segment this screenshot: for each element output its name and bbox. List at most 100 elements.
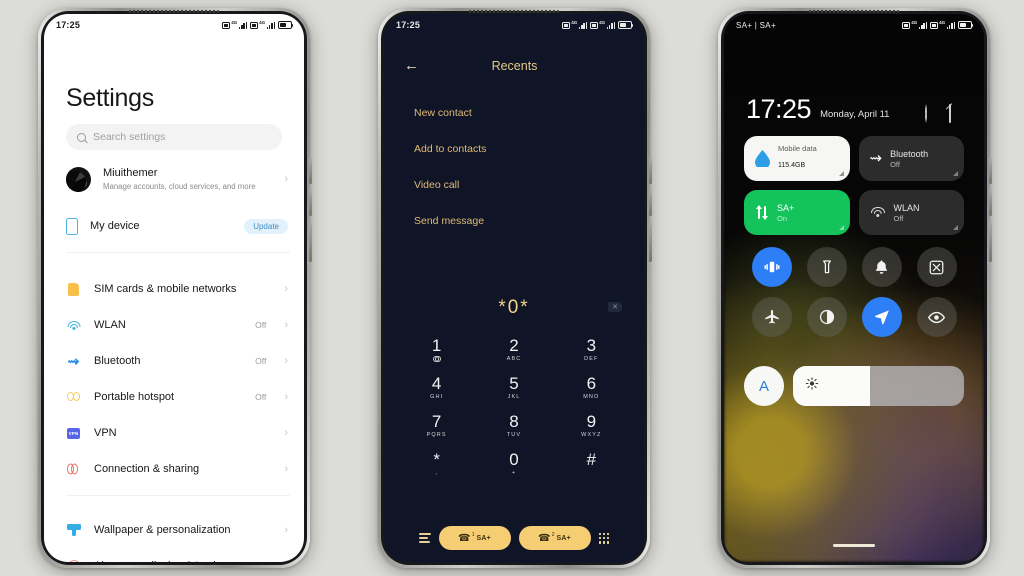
sim1-signal: 4G [902,20,928,29]
menu-item-add-to-contacts[interactable]: Add to contacts [414,143,486,155]
reading-mode-eye-icon[interactable] [916,297,957,337]
dialed-number-display: *0* [498,297,530,318]
chevron-right-icon: › [284,390,288,403]
side-button-volume-up[interactable] [649,158,652,184]
sidebar-item-sim-cards[interactable]: SIM cards & mobile networks › [66,275,288,303]
side-button-volume-up[interactable] [989,158,992,184]
dialpad-key-hash[interactable]: # [553,450,630,477]
connection-sharing-label: Connection & sharing [94,463,200,475]
chevron-right-icon: › [284,462,288,475]
call-button-sim1[interactable]: ☎ 1 SA+ [438,526,511,550]
tile-expand-corner[interactable] [838,171,844,176]
bluetooth-value: Off [255,356,267,366]
status-bar: SA+ | SA+ 4G 4G [724,14,984,36]
brightness-slider[interactable] [793,366,964,406]
chevron-right-icon: › [284,282,288,295]
sidebar-item-wallpaper[interactable]: Wallpaper & personalization › [66,516,288,544]
sidebar-item-wlan[interactable]: WLAN Off › [66,311,288,339]
dialpad-grid-icon[interactable] [598,532,610,544]
phone2-screen: 17:25 4G 4G ← Recents New contact Add to… [384,14,644,562]
dialpad-key-3[interactable]: 3 DEF [553,336,630,363]
status-sim-label: SA+ | SA+ [736,20,776,30]
phone-control-center: SA+ | SA+ 4G 4G 17:25 Monday, April 11 M… [718,8,992,568]
airplane-mode-icon[interactable] [751,297,792,337]
tile-sa-plus[interactable]: SA+ On [744,190,850,235]
flashlight-icon[interactable] [806,247,847,287]
sidebar-item-vpn[interactable]: VPN VPN › [66,419,288,447]
dialpad-key-2[interactable]: 2 ABC [475,336,552,363]
search-icon [77,132,86,142]
auto-brightness-button[interactable]: A [744,366,784,406]
side-button-power[interactable] [649,222,652,262]
menu-icon[interactable] [418,533,431,543]
tile-expand-corner[interactable] [953,171,958,176]
always-on-display-label: Always-on display & Lock [94,560,288,562]
side-button-power[interactable] [309,222,312,262]
dialpad-key-7[interactable]: 7 PQRS [398,412,475,439]
tile-bluetooth[interactable]: ⇝ Bluetooth Off [858,136,964,181]
phone-icon: ☎ 1 [458,531,475,544]
back-arrow-icon[interactable]: ← [404,58,419,73]
sidebar-item-portable-hotspot[interactable]: Portable hotspot Off › [66,383,288,411]
account-profile-row[interactable]: Miuithemer Manage accounts, cloud servic… [66,166,288,192]
network-type-2: 4G [939,20,946,25]
wallpaper-label: Wallpaper & personalization [94,524,231,536]
always-on-display-icon [66,559,81,562]
tile-expand-corner[interactable] [953,225,958,230]
dark-mode-icon[interactable] [806,297,847,337]
dialpad-key-1[interactable]: 1 [398,336,475,363]
home-indicator[interactable] [833,544,875,547]
clock-time: 17:25 [746,94,812,124]
tile-sa-plus-label: SA+ [777,202,795,213]
search-settings-field[interactable]: Search settings [66,124,282,150]
update-badge[interactable]: Update [244,218,288,234]
battery-icon [958,21,974,29]
earpiece-speaker [469,10,559,13]
data-transfer-icon [755,205,769,220]
screenshot-icon[interactable] [916,247,957,287]
settings-gear-icon[interactable] [925,104,940,123]
backspace-icon[interactable]: ✕ [608,302,622,312]
side-button-volume-down[interactable] [649,190,652,216]
vpn-icon-text: VPN [67,427,80,439]
sidebar-item-bluetooth[interactable]: ⇝ Bluetooth Off › [66,347,288,375]
side-button-volume-down[interactable] [309,190,312,216]
tile-expand-corner[interactable] [838,225,844,230]
side-button-volume-down[interactable] [989,190,992,216]
menu-item-new-contact[interactable]: New contact [414,107,472,119]
menu-item-video-call[interactable]: Video call [414,179,459,191]
control-center-header: 17:25 Monday, April 11 [746,96,964,123]
call-button-sim2[interactable]: ☎ 2 SA+ [518,526,591,550]
tile-wlan[interactable]: WLAN Off [858,190,964,235]
menu-item-send-message[interactable]: Send message [414,215,484,227]
brightness-row: A [744,366,964,406]
phone3-screen: SA+ | SA+ 4G 4G 17:25 Monday, April 11 M… [724,14,984,562]
tile-mobile-data[interactable]: Mobile data 115.4GB [744,136,850,181]
dialpad-key-4[interactable]: 4 GHI [398,374,475,401]
vibrate-icon[interactable] [751,247,792,287]
sidebar-item-connection-sharing[interactable]: Connection & sharing › [66,455,288,483]
dialpad-key-0[interactable]: 0 + [475,450,552,477]
edit-icon[interactable] [949,104,964,123]
chevron-right-icon: › [284,426,288,439]
dialpad-key-star[interactable]: * , [398,450,475,477]
dialpad-key-9[interactable]: 9 WXYZ [553,412,630,439]
bluetooth-label: Bluetooth [94,355,141,367]
location-icon[interactable] [861,297,902,337]
sidebar-item-always-on-display[interactable]: Always-on display & Lock [66,552,288,562]
side-button-power[interactable] [989,222,992,262]
battery-icon [278,21,294,29]
data-drop-icon [755,150,770,167]
dialpad-key-5[interactable]: 5 JKL [475,374,552,401]
side-button-volume-up[interactable] [309,158,312,184]
sim2-signal: 4G [250,20,275,29]
call-button-sim2-label: SA+ [556,534,571,542]
sim1-signal: 4G [222,20,248,29]
dialpad-key-8[interactable]: 8 TUV [475,412,552,439]
sidebar-item-my-device[interactable]: My device Update [66,212,288,240]
quick-toggles [744,247,964,337]
dialpad-key-6[interactable]: 6 MNO [553,374,630,401]
silent-bell-icon[interactable] [861,247,902,287]
sim-cards-label: SIM cards & mobile networks [94,283,237,295]
tile-wlan-state: Off [893,213,904,223]
